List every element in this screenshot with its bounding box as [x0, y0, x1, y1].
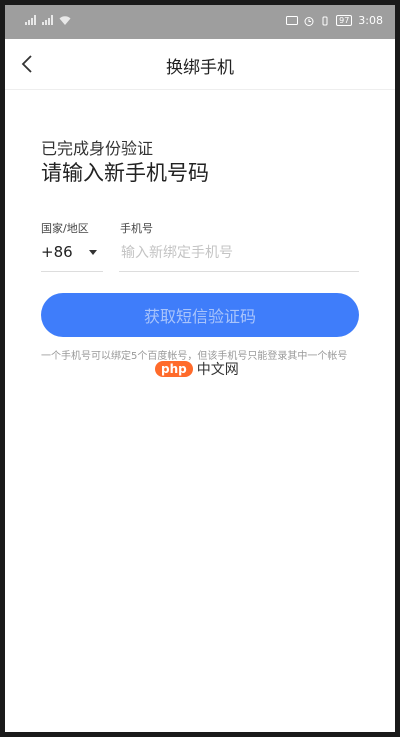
chevron-down-icon: [89, 250, 97, 255]
battery-icon: 97: [336, 15, 353, 26]
phone-label: 手机号: [120, 222, 153, 235]
signal-icon-2: [42, 15, 53, 25]
get-sms-code-button[interactable]: 获取短信验证码: [41, 293, 359, 337]
status-right: 97 3:08: [286, 14, 383, 27]
prompt-heading: 请输入新手机号码: [41, 161, 209, 185]
signal-icon: [25, 15, 36, 25]
country-code-select[interactable]: +86: [41, 235, 103, 272]
status-bar: 97 3:08: [5, 5, 395, 39]
status-time: 3:08: [358, 14, 383, 27]
alarm-icon: [304, 16, 314, 26]
country-code-value: +86: [41, 243, 73, 261]
country-label: 国家/地区: [41, 222, 89, 235]
page-title: 换绑手机: [166, 58, 234, 78]
watermark-logo: php 中文网: [155, 359, 239, 379]
watermark-pill: php: [155, 361, 193, 377]
verified-text: 已完成身份验证: [41, 139, 154, 158]
phone-number-input[interactable]: [119, 235, 359, 272]
status-left: [25, 15, 71, 25]
watermark-text: 中文网: [196, 362, 239, 378]
wifi-icon: [59, 16, 71, 25]
phone-screen: 97 3:08 换绑手机 已完成身份验证 请输入新手机号码 国家/地区 手机号 …: [5, 5, 395, 732]
vibrate-icon: [322, 16, 328, 25]
nav-header: 换绑手机: [5, 39, 395, 90]
hd-icon: [286, 16, 299, 25]
